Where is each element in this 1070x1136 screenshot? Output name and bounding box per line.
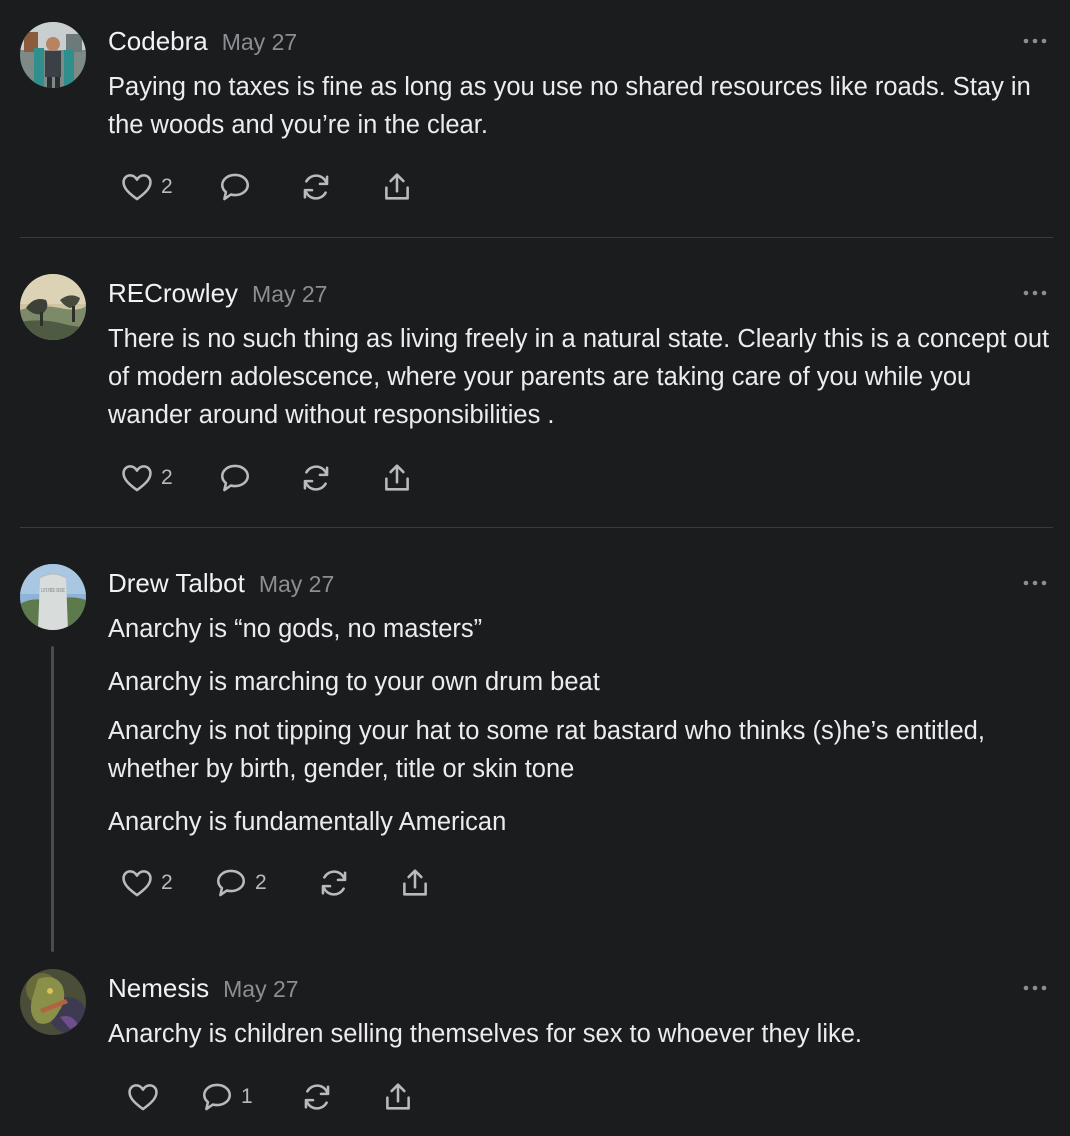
- comment-paragraph: Anarchy is marching to your own drum bea…: [108, 668, 600, 696]
- share-icon: [385, 464, 409, 491]
- comment-paragraph: Anarchy is children selling themselves f…: [108, 1020, 863, 1048]
- heart-icon: [122, 465, 152, 492]
- comment-body: Anarchy is children selling themselves f…: [108, 1015, 1053, 1053]
- comment-bubble-icon: [216, 869, 246, 897]
- comment-bubble-icon: [220, 464, 250, 492]
- share-button[interactable]: [380, 461, 414, 495]
- avatar[interactable]: [20, 274, 86, 340]
- comment-paragraph: Anarchy is “no gods, no masters”: [108, 615, 483, 643]
- thread-line[interactable]: [51, 646, 54, 952]
- heart-icon: [128, 1084, 158, 1111]
- share-button[interactable]: [380, 170, 414, 204]
- comment-date[interactable]: May 27: [223, 976, 298, 1002]
- avatar[interactable]: [20, 22, 86, 88]
- heart-icon: [122, 870, 152, 897]
- reply-count: 1: [241, 1085, 253, 1108]
- share-icon: [386, 1083, 410, 1110]
- like-button[interactable]: [126, 1080, 167, 1114]
- reply-count: 2: [255, 871, 267, 894]
- restack-button[interactable]: [299, 170, 333, 204]
- more-dots-icon[interactable]: [1020, 286, 1050, 300]
- reply-button[interactable]: 2: [214, 866, 267, 900]
- author-name[interactable]: Drew Talbot: [108, 568, 245, 598]
- author-name[interactable]: RECrowley: [108, 278, 238, 308]
- restack-icon: [304, 1084, 330, 1110]
- avatar-monument-lettering: LIVE FREE OR DIE: [41, 588, 65, 594]
- share-icon: [385, 173, 409, 200]
- share-button[interactable]: [398, 866, 432, 900]
- comment-paragraph: Paying no taxes is fine as long as you u…: [108, 73, 1031, 139]
- author-name[interactable]: Nemesis: [108, 973, 209, 1003]
- like-count: 2: [161, 175, 173, 198]
- like-count: 2: [161, 466, 173, 489]
- share-icon: [403, 869, 427, 896]
- comment-date[interactable]: May 27: [252, 281, 327, 307]
- comment-body: There is no such thing as living freely …: [108, 320, 1053, 434]
- like-button[interactable]: 2: [120, 461, 173, 495]
- restack-button[interactable]: [300, 1080, 334, 1114]
- share-button[interactable]: [381, 1080, 415, 1114]
- like-count: 2: [161, 871, 173, 894]
- restack-icon: [303, 465, 329, 491]
- more-dots-icon[interactable]: [1020, 34, 1050, 48]
- comment-author[interactable]: RECrowley May 27: [108, 278, 327, 309]
- comment-date[interactable]: May 27: [222, 29, 297, 55]
- like-button[interactable]: 2: [120, 170, 173, 204]
- comment-bubble-icon: [202, 1083, 232, 1111]
- comment-date[interactable]: May 27: [259, 571, 334, 597]
- reply-button[interactable]: 1: [200, 1080, 253, 1114]
- comment-author[interactable]: Drew Talbot May 27: [108, 568, 334, 599]
- reply-button[interactable]: [218, 170, 259, 204]
- comment-paragraph: There is no such thing as living freely …: [108, 325, 1050, 429]
- comment-paragraph: Anarchy is fundamentally American: [108, 808, 507, 836]
- divider: [20, 237, 1053, 238]
- divider: [20, 527, 1053, 528]
- more-dots-icon[interactable]: [1020, 981, 1050, 995]
- more-dots-icon[interactable]: [1020, 576, 1050, 590]
- restack-icon: [303, 174, 329, 200]
- comment-body: Paying no taxes is fine as long as you u…: [108, 68, 1053, 144]
- avatar[interactable]: LIVE FREE OR DIE: [20, 564, 86, 630]
- reply-button[interactable]: [218, 461, 259, 495]
- restack-icon: [321, 870, 347, 896]
- comment-paragraph: Anarchy is not tipping your hat to some …: [108, 717, 985, 783]
- comment-bubble-icon: [220, 173, 250, 201]
- restack-button[interactable]: [299, 461, 333, 495]
- avatar[interactable]: [20, 969, 86, 1035]
- heart-icon: [122, 174, 152, 201]
- like-button[interactable]: 2: [120, 866, 173, 900]
- comment-author[interactable]: Codebra May 27: [108, 26, 297, 57]
- comment-body: Anarchy is “no gods, no masters” Anarchy…: [108, 610, 1053, 841]
- comment-author[interactable]: Nemesis May 27: [108, 973, 299, 1004]
- author-name[interactable]: Codebra: [108, 26, 208, 56]
- restack-button[interactable]: [317, 866, 351, 900]
